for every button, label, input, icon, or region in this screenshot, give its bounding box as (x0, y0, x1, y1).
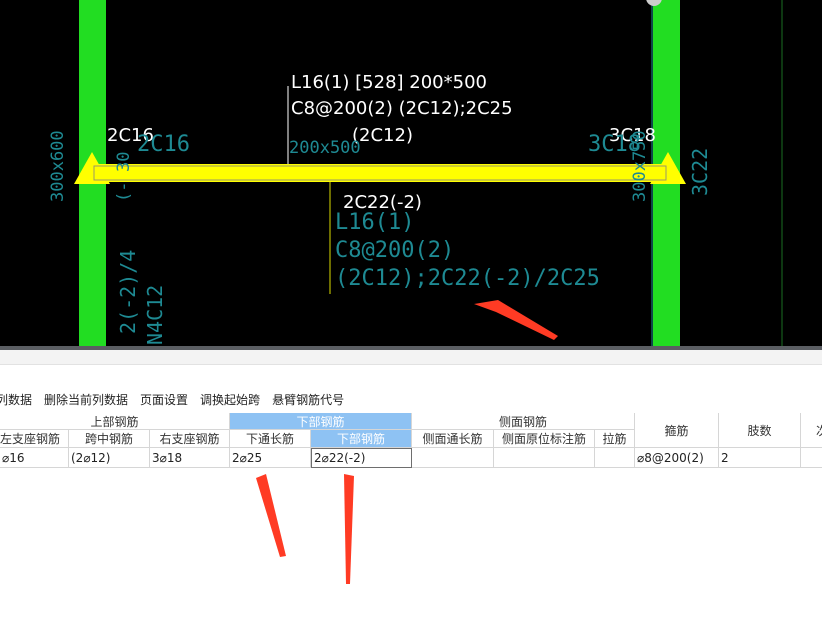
cell-mid-span[interactable]: (2⌀12) (69, 448, 150, 468)
group-header-side: 侧面钢筋 (412, 413, 635, 430)
swap-start-span-button[interactable]: 调换起始跨 (200, 391, 260, 408)
cell-left-support[interactable]: ⌀16 (0, 448, 69, 468)
left-column-bottom-text1: 2(-2)/4 (116, 249, 140, 334)
col-header-tie[interactable]: 拉筋 (595, 430, 635, 448)
cell-next[interactable] (801, 448, 822, 468)
col-header-left-support[interactable]: 左支座钢筋 (0, 430, 69, 448)
col-header-side-through[interactable]: 侧面通长筋 (412, 430, 494, 448)
cantilever-code-button[interactable]: 悬臂钢筋代号 (272, 391, 344, 408)
col-header-right-support[interactable]: 右支座钢筋 (150, 430, 230, 448)
cell-bottom-rebar[interactable]: 2⌀22(-2) (311, 448, 412, 468)
col-header-bottom-through[interactable]: 下通长筋 (230, 430, 311, 448)
col-header-stirrup[interactable]: 箍筋 (635, 413, 719, 448)
group-header-bottom: 下部钢筋 (230, 413, 412, 430)
col-header-mid-span[interactable]: 跨中钢筋 (69, 430, 150, 448)
cell-tie[interactable] (595, 448, 635, 468)
left-column-bottom-text2: N4C12 (143, 284, 167, 345)
arrow-bottom-through-icon (256, 474, 286, 557)
panel-tab-strip (0, 350, 822, 365)
cell-legs[interactable]: 2 (719, 448, 801, 468)
section-dim-label: 200x500 (289, 138, 361, 158)
table-toolbar: 列数据 删除当前列数据 页面设置 调换起始跨 悬臂钢筋代号 (0, 388, 356, 410)
cyan-annotation-line2: C8@200(2) (335, 238, 455, 263)
delete-column-data-button[interactable]: 删除当前列数据 (44, 391, 128, 408)
group-header-top: 上部钢筋 (0, 413, 230, 430)
cyan-left-top-bar: 2C16 (137, 132, 190, 157)
left-column-paren: (- (114, 181, 134, 202)
right-column-size: 300x750 (630, 130, 650, 202)
beam-annotation-line2: C8@200(2) (2C12);2C25 (291, 98, 513, 119)
right-column-bar: 3C22 (688, 147, 712, 196)
left-column-size: 300x600 (48, 130, 68, 202)
selected-beam[interactable] (92, 164, 672, 182)
cell-stirrup[interactable]: ⌀8@200(2) (635, 448, 719, 468)
cell-side-through[interactable] (412, 448, 494, 468)
page-settings-button[interactable]: 页面设置 (140, 391, 188, 408)
col-header-legs[interactable]: 肢数 (719, 413, 801, 448)
col-header-bottom-rebar[interactable]: 下部钢筋 (311, 430, 412, 448)
cyan-annotation-line3: (2C12);2C22(-2)/2C25 (335, 266, 600, 291)
left-column-30: 30 (114, 151, 134, 172)
cyan-annotation-line1: L16(1) (335, 210, 415, 235)
cad-drawing-canvas[interactable]: L16(1) [528] 200*500 C8@200(2) (2C12);2C… (0, 0, 822, 346)
col-header-side-in-situ[interactable]: 侧面原位标注筋 (494, 430, 595, 448)
cell-bottom-through[interactable]: 2⌀25 (230, 448, 311, 468)
beam-annotation-line1: L16(1) [528] 200*500 (291, 72, 487, 93)
column-data-button[interactable]: 列数据 (0, 391, 32, 408)
beam-annotation-line3: (2C12) (352, 125, 413, 146)
col-header-next[interactable]: 次 (801, 413, 822, 448)
arrow-bottom-rebar-icon (344, 474, 354, 584)
rebar-table: 上部钢筋 下部钢筋 侧面钢筋 箍筋 肢数 次 左支座钢筋 跨中钢筋 右支座钢筋 … (0, 413, 822, 469)
cell-side-in-situ[interactable] (494, 448, 595, 468)
cell-right-support[interactable]: 3⌀18 (150, 448, 230, 468)
